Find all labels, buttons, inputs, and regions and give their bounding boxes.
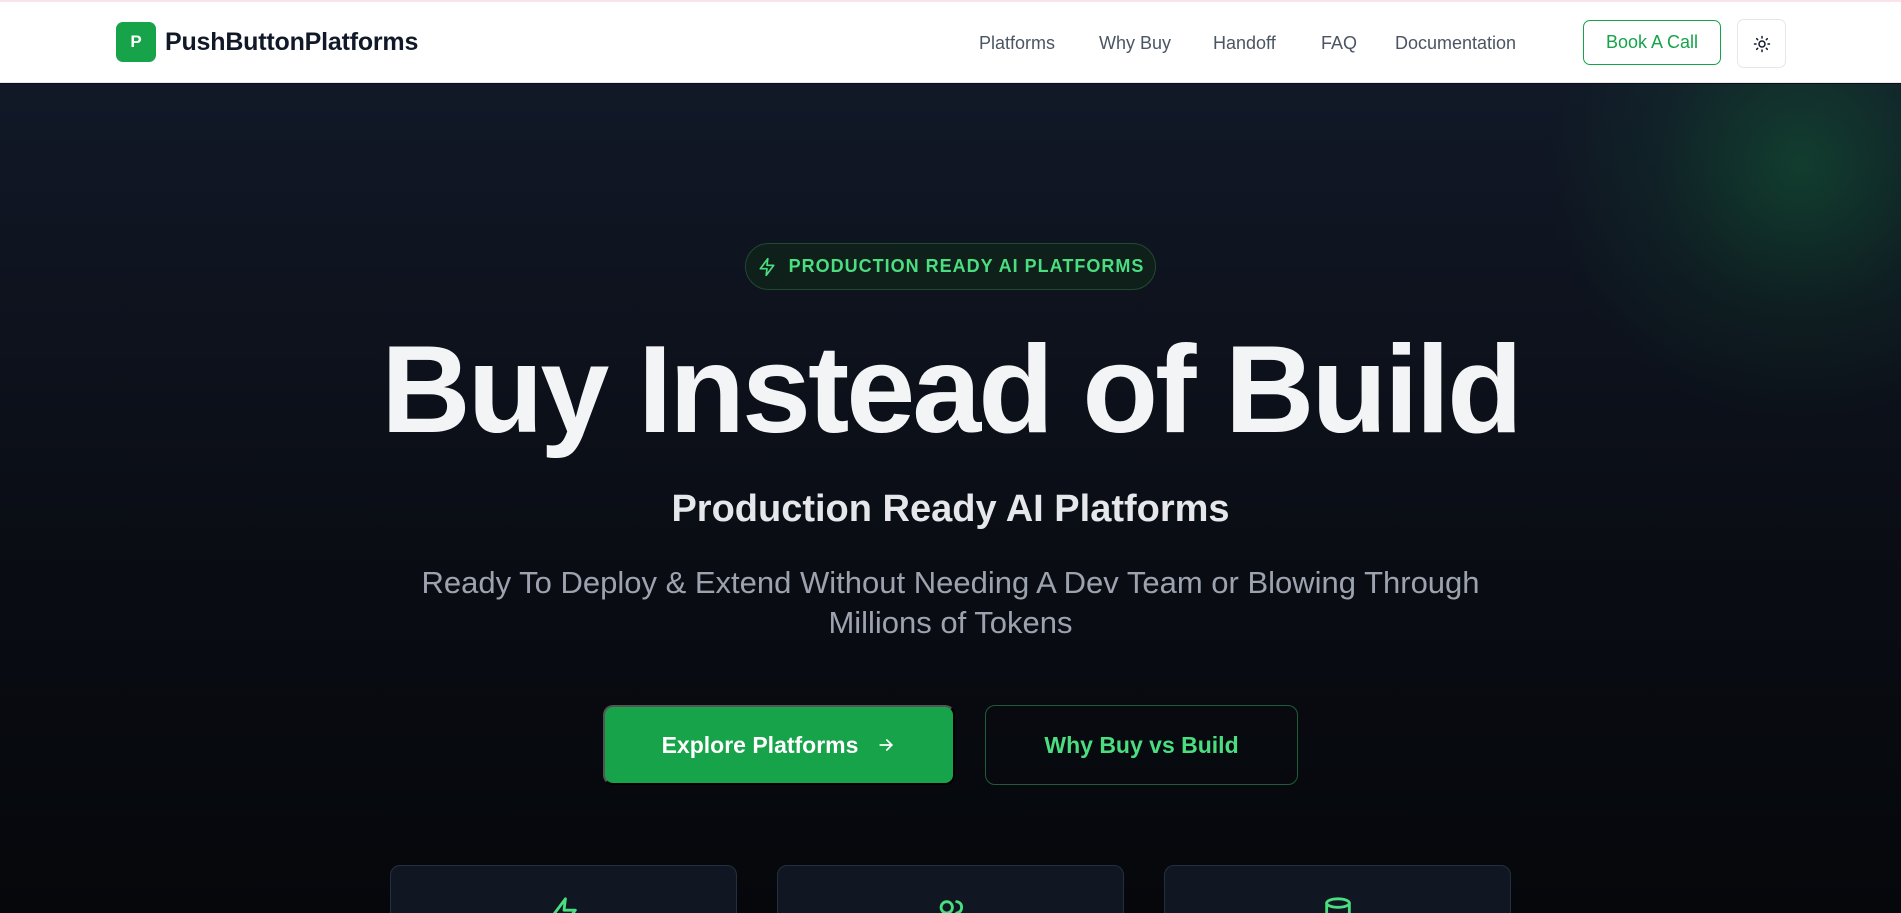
- hero-badge: PRODUCTION READY AI PLATFORMS: [745, 243, 1156, 290]
- feature-card-1[interactable]: [390, 865, 737, 913]
- lightning-icon: [759, 257, 775, 276]
- explore-platforms-label: Explore Platforms: [661, 731, 859, 758]
- hero-subtitle: Production Ready AI Platforms: [671, 488, 1230, 530]
- nav-link-faq[interactable]: FAQ: [1321, 33, 1357, 54]
- book-call-button[interactable]: Book A Call: [1583, 20, 1721, 65]
- why-buy-vs-build-button[interactable]: Why Buy vs Build: [985, 705, 1298, 785]
- feature-card-3[interactable]: [1164, 865, 1511, 913]
- hero-section: PRODUCTION READY AI PLATFORMS Buy Instea…: [0, 84, 1901, 913]
- feature-card-2[interactable]: [777, 865, 1124, 913]
- hero-badge-text: PRODUCTION READY AI PLATFORMS: [788, 256, 1145, 276]
- logo-mark[interactable]: P: [116, 22, 156, 62]
- hero-title: Buy Instead of Build: [381, 321, 1523, 459]
- brand-name[interactable]: PushButtonPlatforms: [165, 28, 418, 57]
- nav-link-why-buy[interactable]: Why Buy: [1099, 33, 1171, 54]
- nav-link-platforms[interactable]: Platforms: [979, 33, 1055, 54]
- theme-toggle-button[interactable]: [1737, 19, 1786, 68]
- database-icon: [1324, 897, 1351, 913]
- lightning-icon: [552, 897, 577, 913]
- nav-link-handoff[interactable]: Handoff: [1213, 33, 1276, 54]
- hero-description: Ready To Deploy & Extend Without Needing…: [421, 565, 1480, 640]
- explore-platforms-button[interactable]: Explore Platforms: [603, 705, 955, 785]
- sun-icon: [1753, 35, 1770, 52]
- users-icon: [939, 900, 963, 913]
- arrow-right-icon: [879, 739, 894, 751]
- nav-link-documentation[interactable]: Documentation: [1395, 33, 1516, 54]
- navbar: P PushButtonPlatforms Platforms Why Buy …: [0, 2, 1901, 83]
- logo-letter: P: [130, 32, 142, 51]
